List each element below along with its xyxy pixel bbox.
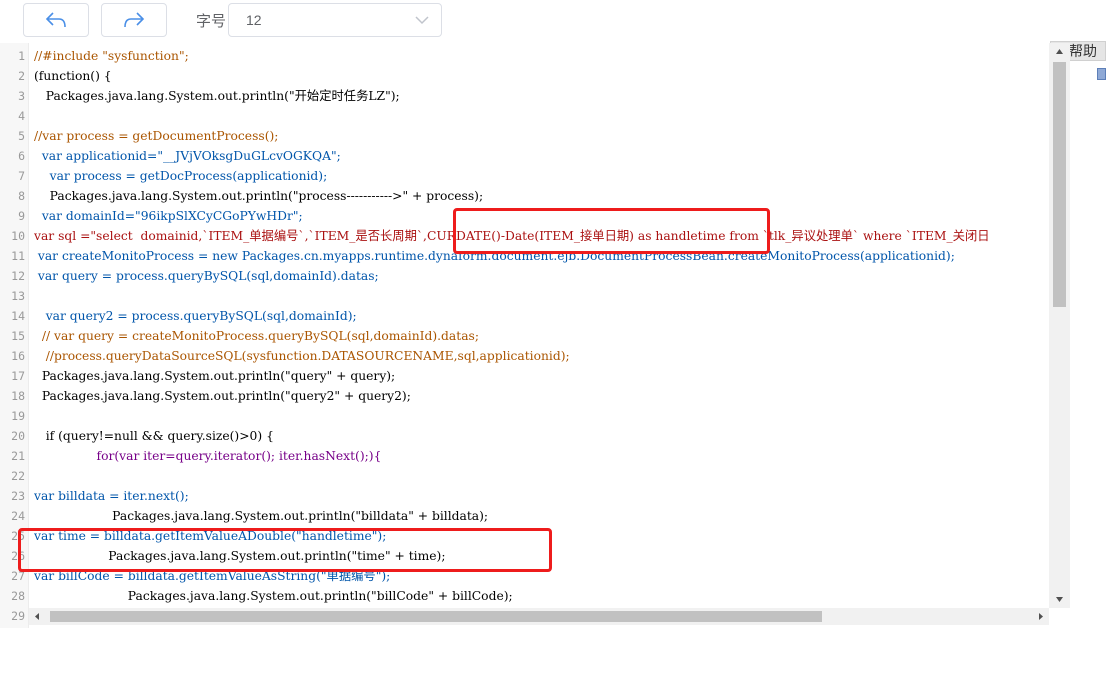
code-line: for(var iter=query.iterator(); iter.hasN…: [34, 449, 382, 463]
line-number: 29: [11, 609, 25, 623]
line-number: 22: [11, 469, 25, 483]
scroll-up-icon[interactable]: [1049, 43, 1070, 60]
line-number: 9: [18, 209, 25, 223]
vertical-scroll-thumb[interactable]: [1053, 62, 1066, 307]
code-line: //var process = getDocumentProcess();: [34, 129, 279, 143]
line-number: 20: [11, 429, 25, 443]
code-line: Packages.java.lang.System.out.println("q…: [34, 389, 411, 403]
code-line: // var query = createMonitoProcess.query…: [34, 329, 479, 343]
code-line: var query2 = process.queryBySQL(sql,doma…: [34, 309, 357, 323]
line-number: 19: [11, 409, 25, 423]
highlight-box-time: [18, 528, 552, 572]
line-number: 7: [18, 169, 25, 183]
code-line: //process.queryDataSourceSQL(sysfunction…: [34, 349, 570, 363]
line-number: 2: [18, 69, 25, 83]
line-number: 8: [18, 189, 25, 203]
vertical-scrollbar[interactable]: [1049, 43, 1070, 608]
line-number: 10: [11, 229, 25, 243]
line-number: 18: [11, 389, 25, 403]
code-line: var billdata = iter.next();: [34, 489, 189, 503]
line-number: 12: [11, 269, 25, 283]
undo-button[interactable]: [23, 3, 89, 37]
line-number: 28: [11, 589, 25, 603]
code-line: var domainId="96ikpSlXCyCGoPYwHDr";: [34, 209, 303, 223]
scroll-right-icon[interactable]: [1032, 608, 1049, 625]
redo-button[interactable]: [101, 3, 167, 37]
line-number: 3: [18, 89, 25, 103]
horizontal-scroll-thumb[interactable]: [50, 611, 822, 622]
line-number: 6: [18, 149, 25, 163]
code-line: Packages.java.lang.System.out.println("q…: [34, 369, 396, 383]
line-number: 17: [11, 369, 25, 383]
font-size-value: 12: [246, 12, 262, 28]
redo-icon: [124, 12, 145, 28]
line-number: 15: [11, 329, 25, 343]
line-number: 13: [11, 289, 25, 303]
scroll-down-icon[interactable]: [1049, 591, 1070, 608]
undo-icon: [45, 12, 66, 28]
code-line: var applicationid="__JVjVOksgDuGLcvOGKQA…: [34, 149, 341, 163]
code-line: Packages.java.lang.System.out.println("b…: [34, 509, 489, 523]
line-number: 14: [11, 309, 25, 323]
font-size-label: 字号: [196, 13, 227, 30]
code-line: var process = getDocProcess(applicationi…: [34, 169, 328, 183]
horizontal-scrollbar[interactable]: [29, 608, 1049, 625]
font-size-select[interactable]: 12: [228, 3, 442, 37]
line-number: 24: [11, 509, 25, 523]
chevron-down-icon: [415, 16, 429, 25]
highlight-box-handletime: [453, 208, 770, 254]
line-number: 16: [11, 349, 25, 363]
code-line: if (query!=null && query.size()>0) {: [34, 429, 274, 443]
line-number: 11: [11, 249, 25, 263]
code-line: Packages.java.lang.System.out.println("开…: [34, 89, 400, 103]
code-line: var query = process.queryBySQL(sql,domai…: [34, 269, 379, 283]
line-number: 5: [18, 129, 25, 143]
code-area[interactable]: //#include "sysfunction"; (function() { …: [34, 43, 1050, 608]
line-number: 23: [11, 489, 25, 503]
line-number: 1: [18, 49, 25, 63]
line-number: 4: [18, 109, 25, 123]
toolbar: 字号 12: [0, 0, 1106, 40]
line-number: 21: [11, 449, 25, 463]
scroll-left-icon[interactable]: [29, 608, 46, 625]
code-line: //#include "sysfunction";: [34, 49, 189, 63]
code-line: Packages.java.lang.System.out.println("p…: [34, 189, 484, 203]
code-line: Packages.java.lang.System.out.println("b…: [34, 589, 513, 603]
help-panel-icon: [1097, 68, 1106, 80]
code-line: (function() {: [34, 69, 112, 83]
